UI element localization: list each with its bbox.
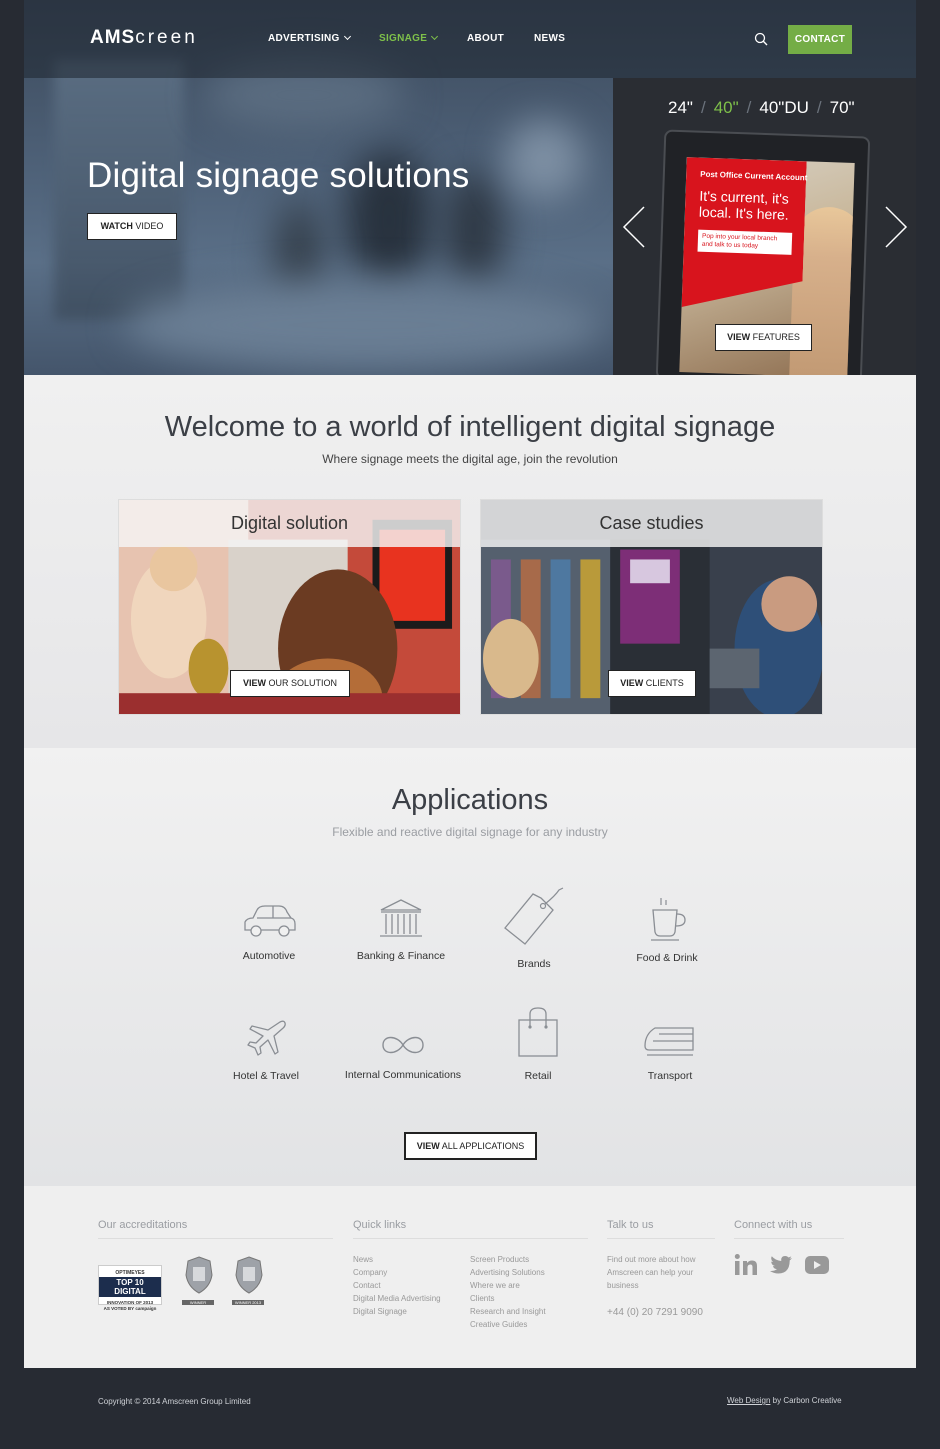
footer-link-research-insight[interactable]: Research and Insight (470, 1307, 546, 1316)
accreditations-heading: Our accreditations (98, 1219, 188, 1231)
footer-link-contact[interactable]: Contact (353, 1281, 381, 1290)
linkedin-icon[interactable] (734, 1253, 758, 1277)
view-all-applications-button[interactable]: VIEW ALL APPLICATIONS (404, 1132, 537, 1160)
coffee-cup-icon (651, 898, 686, 941)
app-retail[interactable]: Retail (468, 1006, 608, 1082)
bank-icon (380, 899, 422, 937)
footer-link-creative-guides[interactable]: Creative Guides (470, 1320, 527, 1329)
welcome-section: Welcome to a world of intelligent digita… (24, 375, 916, 748)
app-hotel-travel[interactable]: Hotel & Travel (196, 1018, 336, 1082)
nav-news[interactable]: NEWS (534, 33, 565, 44)
size-option-24[interactable]: 24" (668, 98, 693, 118)
nav-advertising[interactable]: ADVERTISING (268, 32, 351, 44)
infinity-icon (382, 1036, 424, 1054)
app-brands[interactable]: Brands (464, 886, 604, 970)
nav-signage[interactable]: SIGNAGE (379, 32, 439, 44)
footer-link-digital-media-advertising[interactable]: Digital Media Advertising (353, 1294, 441, 1303)
footer-link-clients[interactable]: Clients (470, 1294, 494, 1303)
previous-arrow-icon[interactable] (622, 205, 646, 249)
applications-section: Applications Flexible and reactive digit… (24, 748, 916, 1186)
top10-digital-badge: OPTIMEYES TOP 10 DIGITAL INNOVATION OF 2… (98, 1265, 162, 1311)
footer: Our accreditations OPTIMEYES TOP 10 DIGI… (24, 1186, 916, 1368)
applications-subtitle: Flexible and reactive digital signage fo… (332, 825, 608, 839)
size-option-70[interactable]: 70" (830, 98, 855, 118)
case-studies-card[interactable]: Case studies VIEW CLIENTS (480, 499, 823, 715)
train-icon (644, 1027, 694, 1056)
app-internal-communications[interactable]: Internal Communications (333, 1031, 473, 1081)
contact-button[interactable]: CONTACT (788, 25, 852, 54)
app-transport[interactable]: Transport (600, 1024, 740, 1082)
welcome-subtitle: Where signage meets the digital age, joi… (322, 452, 618, 466)
web-design-link[interactable]: Web Design (727, 1396, 770, 1405)
app-automotive[interactable]: Automotive (199, 900, 339, 962)
applications-title: Applications (391, 784, 549, 816)
welcome-title: Welcome to a world of intelligent digita… (164, 411, 776, 443)
nav-about[interactable]: ABOUT (467, 33, 504, 44)
app-food-drink[interactable]: Food & Drink (597, 896, 737, 964)
award-crest-icon: WINNER (182, 1255, 216, 1305)
airplane-icon (247, 1020, 286, 1056)
footer-link-advertising-solutions[interactable]: Advertising Solutions (470, 1268, 545, 1277)
footer-link-digital-signage[interactable]: Digital Signage (353, 1307, 407, 1316)
twitter-icon[interactable] (769, 1253, 793, 1277)
talk-to-us-text: Find out more about how Amscreen can hel… (607, 1255, 696, 1290)
digital-solution-card[interactable]: Digital solution VIEW OUR SOLUTION (118, 499, 461, 715)
watch-video-button[interactable]: WATCH VIDEO (87, 213, 177, 240)
amscreen-logo[interactable]: AMScreen (90, 27, 198, 49)
search-icon[interactable] (754, 32, 768, 46)
card-title: Digital solution (119, 500, 460, 547)
copyright-text: Copyright © 2014 Amscreen Group Limited (98, 1397, 251, 1406)
card-title: Case studies (481, 500, 822, 547)
footer-link-company[interactable]: Company (353, 1268, 387, 1277)
connect-heading: Connect with us (734, 1219, 813, 1231)
screen-size-selector: 24"/40"/40"DU/70" (668, 98, 855, 118)
talk-to-us-heading: Talk to us (607, 1219, 654, 1231)
footer-link-screen-products[interactable]: Screen Products (470, 1255, 529, 1264)
footer-link-where-we-are[interactable]: Where we are (470, 1281, 520, 1290)
view-features-button[interactable]: VIEW FEATURES (715, 324, 812, 351)
view-our-solution-button[interactable]: VIEW OUR SOLUTION (230, 670, 350, 697)
hero-title: Digital signage solutions (87, 156, 470, 195)
shopping-bag-icon (518, 1007, 558, 1057)
size-option-40du[interactable]: 40"DU (759, 98, 809, 118)
chevron-down-icon (343, 32, 351, 41)
award-crest-icon: WINNER 2013 (232, 1255, 266, 1305)
footer-link-news[interactable]: News (353, 1255, 373, 1264)
tag-icon (504, 887, 564, 945)
view-clients-button[interactable]: VIEW CLIENTS (608, 670, 696, 697)
site-credit: Web Design by Carbon Creative (727, 1396, 842, 1405)
app-banking-finance[interactable]: Banking & Finance (331, 898, 471, 962)
car-icon (244, 905, 296, 937)
youtube-icon[interactable] (804, 1253, 830, 1277)
chevron-down-icon (431, 32, 439, 41)
size-option-40[interactable]: 40" (714, 98, 739, 118)
quick-links-heading: Quick links (353, 1219, 407, 1231)
phone-number[interactable]: +44 (0) 20 7291 9090 (607, 1307, 703, 1318)
next-arrow-icon[interactable] (884, 205, 908, 249)
